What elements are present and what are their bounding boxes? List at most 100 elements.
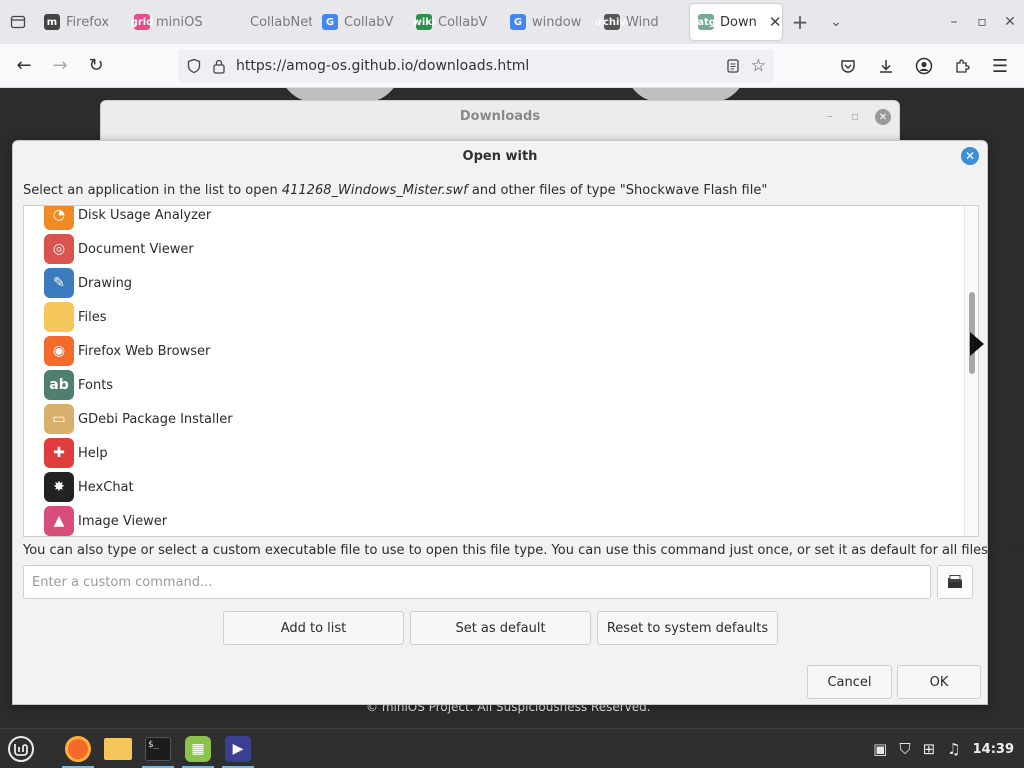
custom-command-input[interactable] <box>23 565 931 599</box>
tab-label: window <box>532 14 582 30</box>
tab[interactable]: CollabNet <box>220 4 312 40</box>
tab[interactable]: wiki CollabV <box>408 4 500 40</box>
menu-button[interactable]: ☰ <box>982 48 1018 84</box>
app-name: Firefox Web Browser <box>78 343 211 359</box>
play-icon: ▶ <box>225 736 251 762</box>
app-list-item[interactable]: ✸ HexChat <box>44 470 134 504</box>
list-all-tabs-button[interactable]: ⌄ <box>818 14 854 30</box>
terminal-icon: $_ <box>145 737 171 761</box>
taskbar-app-grid[interactable]: ▦ <box>182 733 214 768</box>
close-window-button[interactable]: ✕ <box>996 14 1024 30</box>
dialog-title: Open with <box>462 149 538 164</box>
pocket-button[interactable] <box>830 48 866 84</box>
downloads-minimize-icon[interactable]: – <box>827 109 833 123</box>
tab-close-icon[interactable]: ✕ <box>769 13 782 31</box>
downloads-button[interactable] <box>868 48 904 84</box>
app-list-item[interactable]: ▭ GDebi Package Installer <box>44 402 233 436</box>
maximize-button[interactable]: ▫ <box>968 14 996 30</box>
back-button[interactable]: ← <box>6 48 42 84</box>
tab-favicon-icon: m <box>44 14 60 30</box>
ok-button[interactable]: OK <box>897 665 981 699</box>
open-file-icon <box>948 575 962 588</box>
shield-icon[interactable]: ⛉ <box>899 740 910 758</box>
reset-to-system-defaults-button[interactable]: Reset to system defaults <box>597 611 778 645</box>
app-list-item[interactable]: ab Fonts <box>44 368 113 402</box>
tab[interactable]: archiveWind <box>596 4 688 40</box>
app-list-item[interactable]: ▲ Image Viewer <box>44 504 167 536</box>
address-bar[interactable]: https://amog-os.github.io/downloads.html… <box>178 50 774 82</box>
firefox-view-button[interactable] <box>0 0 36 44</box>
dialog-close-button[interactable]: ✕ <box>961 147 979 165</box>
tab[interactable]: chatgptDown ✕ <box>690 4 782 40</box>
hamburger-icon: ☰ <box>991 55 1009 77</box>
close-icon: ✕ <box>964 149 976 163</box>
app-list-item[interactable]: ◎ Document Viewer <box>44 232 194 266</box>
taskbar-media-player[interactable]: ▶ <box>222 733 254 768</box>
taskbar-files[interactable] <box>102 733 134 765</box>
folder-icon <box>44 302 74 332</box>
lock-icon <box>213 59 225 74</box>
downloads-close-icon[interactable]: ✕ <box>875 109 891 125</box>
maximize-icon: ▫ <box>977 14 987 30</box>
account-button[interactable] <box>906 48 942 84</box>
tab[interactable]: G CollabV <box>314 4 406 40</box>
network-icon[interactable]: ⊞ <box>923 740 936 758</box>
tab[interactable]: m Firefox <box>36 4 124 40</box>
taskbar-firefox[interactable] <box>62 733 94 768</box>
tab-list: m Firefox grid miniOS CollabNet G CollabV wiki C… <box>36 4 782 40</box>
tab-favicon-icon: wiki <box>413 14 435 30</box>
app-name: Files <box>78 309 107 325</box>
close-icon: ✕ <box>1004 14 1016 30</box>
set-as-default-button[interactable]: Set as default <box>410 611 591 645</box>
document-viewer-icon: ◎ <box>44 234 74 264</box>
add-to-list-button[interactable]: Add to list <box>223 611 404 645</box>
tab-favicon-icon <box>228 14 244 30</box>
app-list-item[interactable]: ◉ Firefox Web Browser <box>44 334 210 368</box>
app-list-item[interactable]: Files <box>44 300 107 334</box>
app-name: Disk Usage Analyzer <box>78 207 212 223</box>
app-list-item[interactable]: ✎ Drawing <box>44 266 132 300</box>
app-name: Fonts <box>78 377 114 393</box>
prompt-before: Select an application in the list to ope… <box>23 183 282 198</box>
tab[interactable]: Gwindow <box>502 4 594 40</box>
prompt-filename: 411268_Windows_Mister.swf <box>281 183 468 198</box>
application-list-scrollbar[interactable] <box>964 206 978 536</box>
drawing-icon: ✎ <box>44 268 74 298</box>
downloads-maximize-icon[interactable]: ▫ <box>851 109 859 123</box>
app-name: Document Viewer <box>78 241 194 257</box>
reload-button[interactable]: ↻ <box>78 48 114 84</box>
mint-menu-icon <box>8 736 34 762</box>
music-icon[interactable]: ♫ <box>947 740 960 758</box>
app-list-item[interactable]: ◔ Disk Usage Analyzer <box>44 206 212 232</box>
minimize-button[interactable]: – <box>940 14 968 30</box>
hexchat-icon: ✸ <box>44 472 74 502</box>
cancel-button[interactable]: Cancel <box>807 665 892 699</box>
bookmark-star-icon[interactable]: ☆ <box>751 56 766 76</box>
clock[interactable]: 14:39 <box>973 742 1014 757</box>
downloads-title: Downloads <box>459 109 541 124</box>
reader-view-icon[interactable] <box>725 58 741 74</box>
extensions-button[interactable] <box>944 48 980 84</box>
url-text[interactable]: https://amog-os.github.io/downloads.html <box>236 58 715 74</box>
download-icon <box>880 60 892 73</box>
shield-icon <box>187 58 201 74</box>
forward-button[interactable]: → <box>42 48 78 84</box>
open-with-dialog: Open with ✕ Select an application in the… <box>12 140 1024 705</box>
image-viewer-icon: ▲ <box>44 506 74 536</box>
new-tab-button[interactable]: + <box>782 10 818 34</box>
app-list-item[interactable]: ✚ Help <box>44 436 108 470</box>
taskbar-terminal[interactable]: $_ <box>142 733 174 768</box>
app-name: Drawing <box>78 275 133 291</box>
disk-usage-icon: ◔ <box>44 206 74 230</box>
tab-favicon-icon: G <box>510 14 526 30</box>
package-icon: ▭ <box>44 404 74 434</box>
application-list[interactable]: ◔ Disk Usage Analyzer ◎ Document Viewer ✎ Dra… <box>23 205 979 537</box>
clipboard-icon[interactable]: ▣ <box>873 740 887 758</box>
browse-file-button[interactable] <box>937 565 973 599</box>
firefox-view-icon <box>10 15 26 29</box>
dialog-prompt: Select an application in the list to ope… <box>23 183 767 198</box>
start-menu-button[interactable] <box>5 733 37 765</box>
minimize-icon: – <box>950 14 958 30</box>
tab[interactable]: grid miniOS <box>126 4 218 40</box>
fonts-icon: ab <box>44 370 74 400</box>
